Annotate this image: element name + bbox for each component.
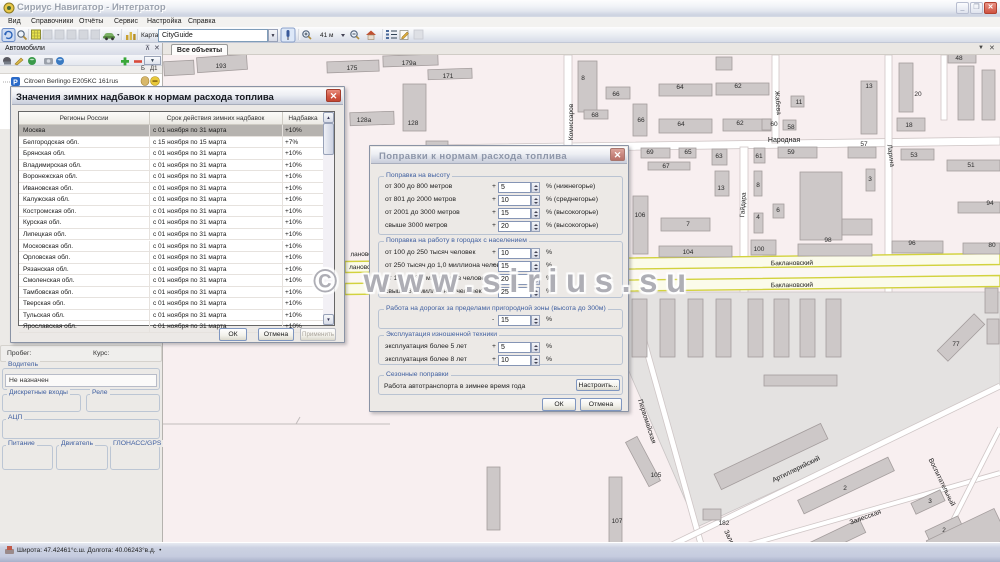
svg-text:96: 96 bbox=[908, 240, 916, 247]
svg-text:62: 62 bbox=[734, 83, 742, 90]
svg-text:57: 57 bbox=[860, 141, 868, 148]
svg-text:13: 13 bbox=[865, 83, 873, 90]
svg-text:128: 128 bbox=[408, 120, 419, 127]
svg-text:63: 63 bbox=[715, 153, 723, 160]
svg-text:175: 175 bbox=[347, 65, 358, 72]
svg-text:3: 3 bbox=[928, 498, 932, 505]
svg-text:80: 80 bbox=[988, 242, 996, 249]
svg-text:171: 171 bbox=[443, 73, 454, 80]
svg-text:8: 8 bbox=[756, 182, 760, 189]
svg-text:64: 64 bbox=[677, 121, 685, 128]
svg-text:Народная: Народная bbox=[768, 137, 800, 144]
svg-text:18: 18 bbox=[905, 122, 913, 129]
svg-text:3: 3 bbox=[868, 176, 872, 183]
svg-text:128а: 128а bbox=[357, 117, 372, 124]
svg-text:Баклановский: Баклановский bbox=[771, 281, 814, 290]
svg-text:4: 4 bbox=[756, 214, 760, 221]
svg-text:66: 66 bbox=[612, 91, 620, 98]
svg-text:48: 48 bbox=[955, 55, 963, 62]
svg-text:77: 77 bbox=[952, 341, 960, 348]
svg-text:11: 11 bbox=[796, 99, 803, 106]
svg-text:106: 106 bbox=[635, 212, 646, 219]
svg-text:104: 104 bbox=[683, 249, 694, 256]
svg-text:53: 53 bbox=[910, 152, 918, 159]
svg-text:107: 107 bbox=[612, 518, 623, 525]
svg-text:68: 68 bbox=[591, 112, 599, 119]
svg-text:193: 193 bbox=[216, 63, 227, 70]
svg-text:60: 60 bbox=[770, 121, 778, 128]
svg-text:13: 13 bbox=[717, 185, 725, 192]
svg-text:69: 69 bbox=[646, 149, 654, 156]
svg-text:179а: 179а bbox=[402, 60, 417, 67]
svg-text:98: 98 bbox=[824, 237, 832, 244]
svg-text:58: 58 bbox=[787, 124, 795, 131]
svg-text:8: 8 bbox=[581, 75, 585, 82]
svg-text:182: 182 bbox=[719, 520, 730, 527]
svg-text:51: 51 bbox=[967, 162, 975, 169]
svg-text:6: 6 bbox=[776, 207, 780, 214]
svg-text:7: 7 bbox=[686, 221, 690, 228]
svg-text:Баклановский: Баклановский bbox=[771, 259, 814, 268]
svg-text:67: 67 bbox=[662, 163, 670, 170]
svg-text:59: 59 bbox=[787, 149, 795, 156]
svg-text:66: 66 bbox=[637, 117, 645, 124]
svg-text:64: 64 bbox=[676, 84, 684, 91]
svg-text:Комиссаров: Комиссаров bbox=[568, 103, 575, 140]
svg-text:94: 94 bbox=[986, 200, 994, 207]
svg-text:2: 2 bbox=[843, 485, 847, 492]
svg-text:20: 20 bbox=[914, 91, 922, 98]
svg-text:62: 62 bbox=[736, 120, 744, 127]
svg-text:65: 65 bbox=[684, 149, 692, 156]
svg-text:100: 100 bbox=[754, 246, 765, 253]
svg-text:61: 61 bbox=[755, 153, 763, 160]
svg-text:105: 105 bbox=[651, 472, 662, 479]
